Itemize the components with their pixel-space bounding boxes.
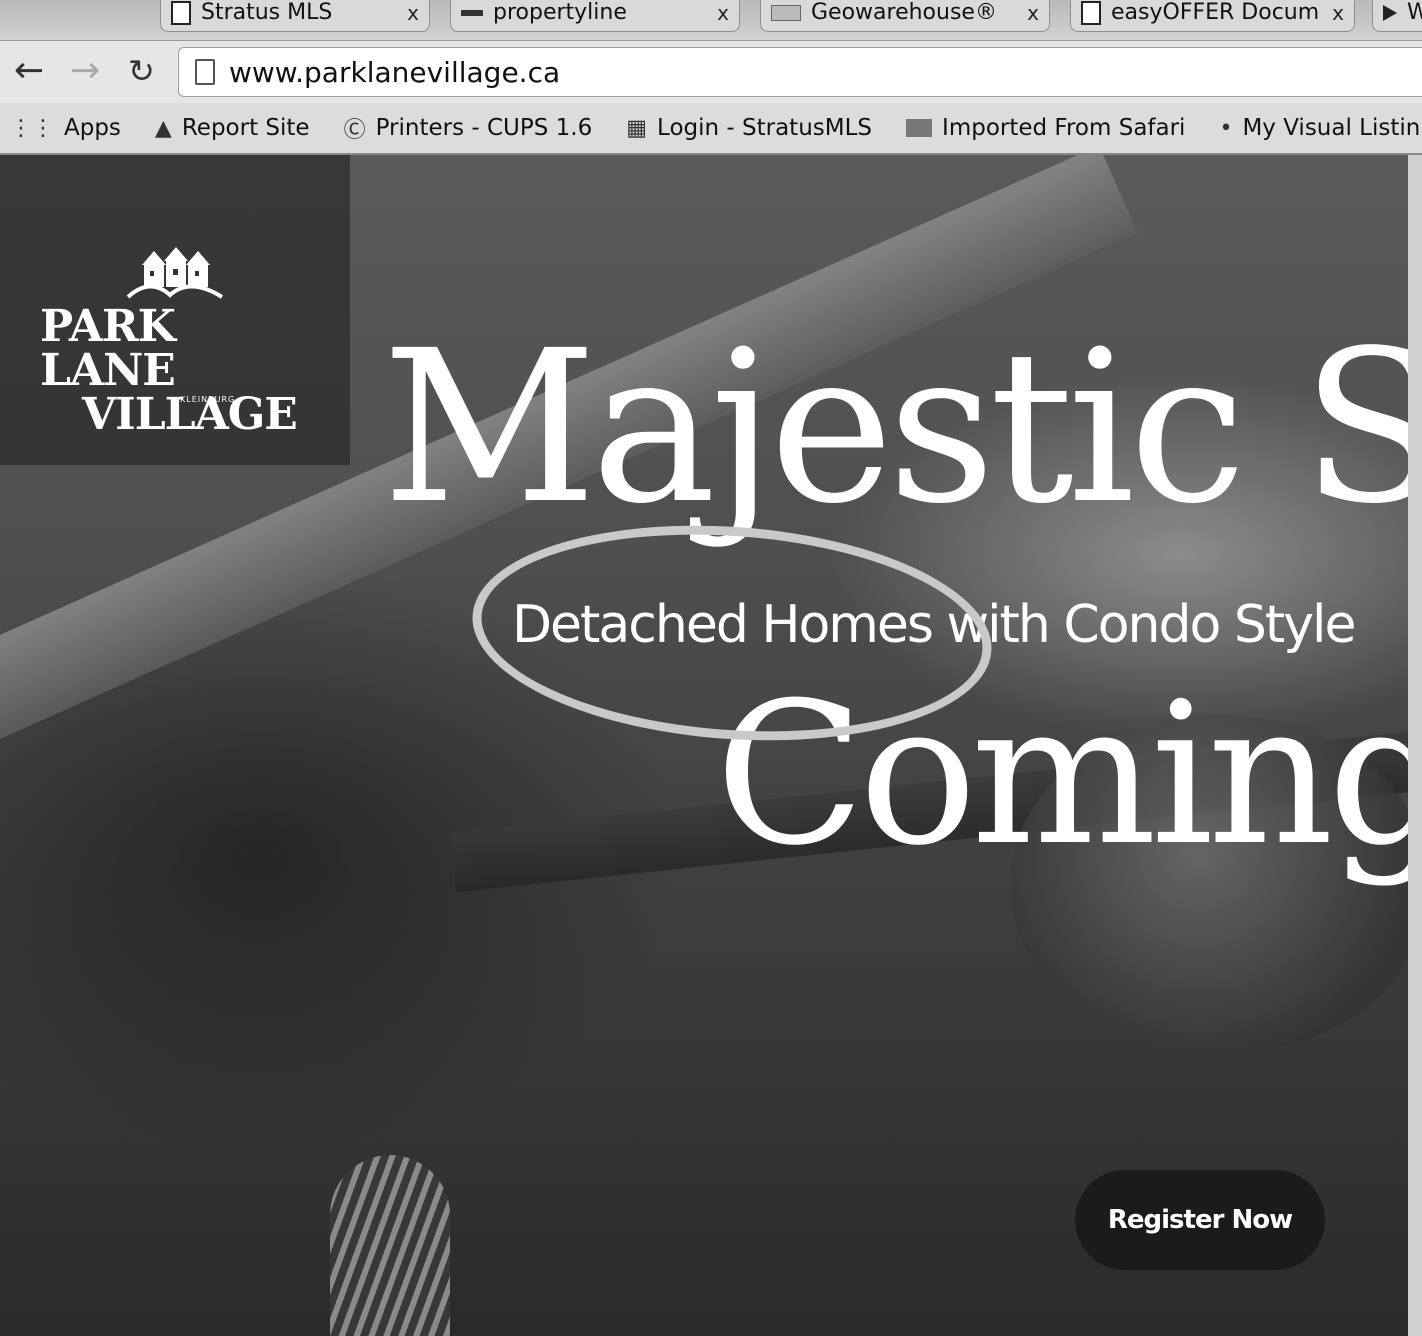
browser-toolbar: ← → ↻ www.parklanevillage.ca [0,41,1422,103]
hero-section: PARK LANE VILLAGE KLEINBURG Majestic S D… [0,155,1422,1336]
bookmark-label: Report Site [181,115,310,141]
logo-subtext: KLEINBURG [180,395,236,404]
forward-arrow-icon[interactable]: → [70,49,100,93]
tab-title: Geowarehouse® [811,0,997,25]
page-icon [195,59,215,85]
bookmark-label: Apps [64,115,121,141]
address-bar[interactable]: www.parklanevillage.ca [178,47,1422,97]
close-icon[interactable]: x [1027,1,1039,25]
bookmark-report-site[interactable]: ▲ Report Site [155,115,310,141]
page-icon [1081,0,1101,25]
bookmark-icon: • [1219,115,1233,141]
tab-partial[interactable]: W [1372,0,1422,32]
propertyline-icon [461,9,483,16]
bookmark-label: Printers - CUPS 1.6 [375,115,593,141]
page-edge [1408,155,1422,1336]
hero-headline: Majestic S [382,305,1422,550]
background-faucet [330,1155,450,1336]
houses-logo-icon [126,247,224,299]
tab-title: Stratus MLS [201,0,333,25]
tab-title: easyOFFER Docum [1111,0,1320,25]
arrow-icon [1383,4,1397,21]
bookmark-imported-from-safari[interactable]: Imported From Safari [906,115,1185,141]
bookmark-label: My Visual Listin [1242,115,1421,141]
report-icon: ▲ [154,115,172,141]
logo-panel[interactable]: PARK LANE VILLAGE KLEINBURG [0,155,350,465]
close-icon[interactable]: x [717,1,729,25]
tab-propertyline[interactable]: propertyline x [450,0,740,32]
url-text: www.parklanevillage.ca [229,55,561,89]
reload-icon[interactable]: ↻ [128,49,155,93]
register-now-button[interactable]: Register Now [1075,1170,1325,1270]
tab-title: W [1407,0,1422,25]
logo-wordmark: PARK LANE VILLAGE [40,305,320,437]
close-icon[interactable]: x [407,1,419,25]
tab-title: propertyline [493,0,627,25]
tab-strip: Stratus MLS x propertyline x Geowarehous… [0,0,1422,41]
bookmarks-bar: ⋮⋮ Apps ▲ Report Site Ⓒ Printers - CUPS … [0,103,1422,155]
cups-icon: Ⓒ [343,118,366,143]
close-icon[interactable]: x [1332,1,1344,25]
back-arrow-icon[interactable]: ← [14,49,44,93]
bookmark-label: Login - StratusMLS [657,115,873,141]
apps-icon: ⋮⋮ [10,115,54,141]
bookmark-label: Imported From Safari [942,115,1186,141]
folder-icon [906,119,933,137]
stratus-icon: ▦ [626,115,648,141]
bookmark-apps[interactable]: ⋮⋮ Apps [10,115,121,141]
bookmark-my-visual-listings[interactable]: • My Visual Listin [1219,115,1420,141]
bookmark-printers-cups[interactable]: Ⓒ Printers - CUPS 1.6 [344,112,593,144]
tab-stratus-mls[interactable]: Stratus MLS x [160,0,430,32]
page-icon [171,0,191,25]
tab-geowarehouse[interactable]: Geowarehouse® x [760,0,1050,32]
bookmark-login-stratusmls[interactable]: ▦ Login - StratusMLS [626,115,872,141]
tab-easyoffer[interactable]: easyOFFER Docum x [1070,0,1355,32]
geowarehouse-icon [771,4,801,21]
logo-line-1: PARK LANE [40,301,176,396]
